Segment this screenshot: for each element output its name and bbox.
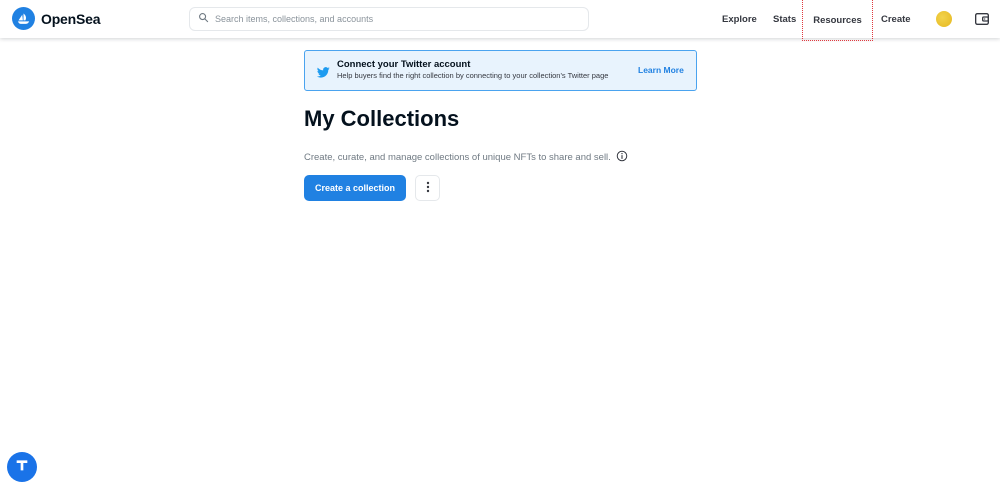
search-input[interactable] [215,14,575,24]
more-options-button[interactable] [415,175,440,201]
nav-create[interactable]: Create [881,0,911,38]
create-collection-button[interactable]: Create a collection [304,175,406,201]
more-vertical-icon [426,181,430,196]
search-icon [198,10,209,28]
logo[interactable]: OpenSea [12,7,100,30]
brand-name: OpenSea [41,10,101,27]
help-widget-button[interactable] [7,452,37,482]
banner-title: Connect your Twitter account [337,59,471,70]
info-icon[interactable] [616,150,628,165]
twitter-connect-banner: Connect your Twitter account Help buyers… [304,50,697,91]
wallet-icon[interactable] [974,11,990,27]
twitter-icon [316,65,330,83]
page-description: Create, curate, and manage collections o… [304,150,628,165]
banner-description: Help buyers find the right collection by… [337,71,609,80]
nav-resources[interactable]: Resources [802,0,873,41]
nav-explore[interactable]: Explore [722,0,757,38]
page-title: My Collections [304,106,460,131]
opensea-logo-icon [12,7,35,30]
nav-stats[interactable]: Stats [773,0,796,38]
search-bar[interactable] [189,7,589,31]
page-description-text: Create, curate, and manage collections o… [304,152,611,163]
top-navbar: OpenSea Explore Stats Resources Create [0,0,1000,41]
avatar[interactable] [936,11,952,27]
learn-more-link[interactable]: Learn More [638,65,684,75]
help-widget-icon [14,457,30,478]
